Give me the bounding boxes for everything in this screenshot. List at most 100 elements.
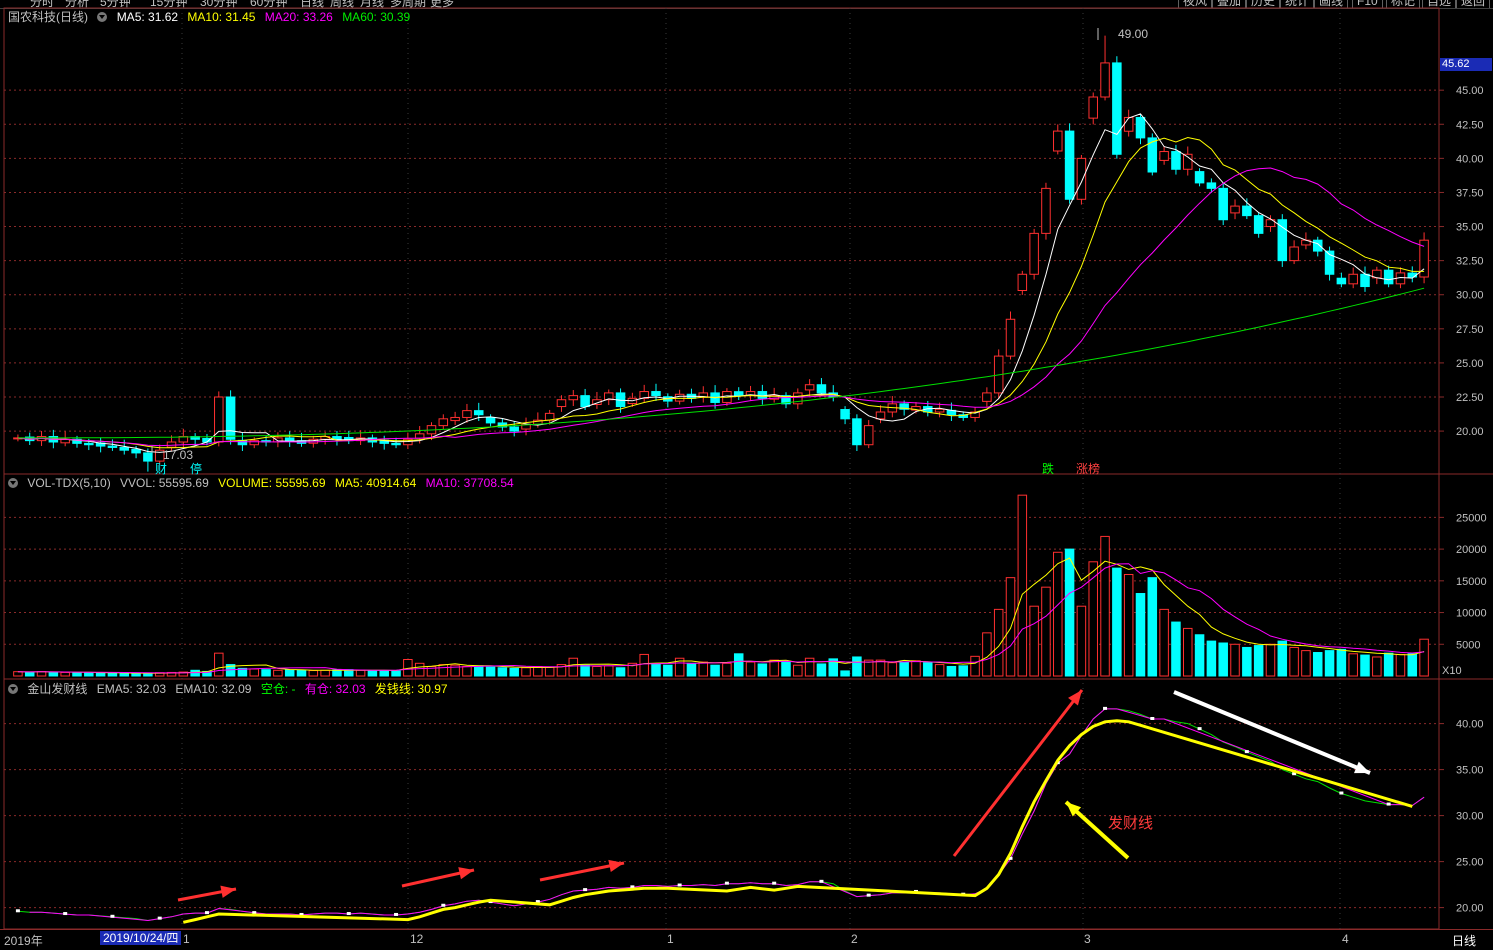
candle-body bbox=[840, 409, 850, 420]
volume-bar bbox=[934, 664, 945, 677]
volume-bar bbox=[651, 663, 661, 677]
volume-bar bbox=[367, 670, 378, 677]
candle-body bbox=[556, 399, 567, 408]
event-marker[interactable]: 涨榜 bbox=[1076, 460, 1100, 477]
volume-bar bbox=[391, 670, 401, 677]
volume-bar bbox=[1372, 656, 1382, 677]
candle-body bbox=[816, 384, 827, 394]
ema-marker bbox=[346, 912, 351, 916]
candle-body bbox=[1064, 130, 1075, 200]
volume-bar bbox=[60, 671, 70, 677]
trend-arrow-head bbox=[1354, 761, 1370, 774]
volume-bar bbox=[273, 669, 283, 677]
volume-bar bbox=[1005, 577, 1016, 677]
month-label: 1 bbox=[667, 932, 674, 946]
volume-bar bbox=[485, 666, 496, 677]
volume-bar bbox=[261, 669, 271, 677]
candle-body bbox=[249, 440, 259, 446]
volume-bar bbox=[1360, 654, 1370, 677]
ema-marker bbox=[394, 912, 399, 916]
volume-bar bbox=[1348, 653, 1358, 677]
event-marker[interactable]: 财 bbox=[155, 460, 167, 477]
indicator-panel-header: 金山发财线 EMA5: 32.03 EMA10: 32.09 空仓: - 有仓:… bbox=[8, 682, 454, 696]
ema-marker bbox=[677, 883, 682, 887]
volume-bar bbox=[840, 670, 850, 677]
price-tick-label: 45.00 bbox=[1456, 85, 1484, 97]
ma20-label: MA20: 33.26 bbox=[264, 10, 333, 24]
price-tick-label: 27.50 bbox=[1456, 324, 1484, 336]
chart-canvas[interactable]: 45.00 42.50 40.00 37.50 35.00 32.50 30.00 27.50… bbox=[0, 0, 1493, 949]
volume-bar bbox=[923, 662, 933, 677]
volume-bar bbox=[710, 664, 720, 677]
candle-body bbox=[1112, 62, 1122, 155]
candle-body bbox=[509, 426, 519, 432]
month-label: 2 bbox=[851, 932, 858, 946]
volume-bar bbox=[1123, 573, 1134, 677]
volume-bar bbox=[686, 662, 697, 677]
price-panel-header: 国农科技(日线) MA5: 31.62 MA10: 31.45 MA20: 33… bbox=[8, 10, 416, 24]
volume-bar bbox=[1312, 652, 1323, 677]
candle-body bbox=[1017, 273, 1028, 292]
candle-body bbox=[1206, 182, 1217, 189]
volume-bar bbox=[1135, 593, 1146, 677]
candle-body bbox=[1029, 232, 1039, 275]
candle-body bbox=[214, 396, 224, 443]
volume-tick-label: 25000 bbox=[1456, 512, 1487, 524]
period-label[interactable]: 日线 bbox=[1452, 932, 1476, 949]
volume-bar bbox=[320, 669, 330, 677]
event-marker[interactable]: 停 bbox=[190, 460, 202, 477]
ema-marker bbox=[583, 888, 588, 892]
volume-bar bbox=[970, 655, 980, 677]
vol-ma10-label: MA10: 37708.54 bbox=[425, 476, 514, 490]
volume-bar bbox=[95, 672, 106, 677]
candle-body bbox=[143, 452, 153, 462]
collapse-icon[interactable] bbox=[8, 684, 18, 694]
volume-bar bbox=[509, 667, 519, 677]
volume-bar bbox=[568, 657, 579, 677]
volume-bar bbox=[1088, 561, 1098, 677]
candle-body bbox=[1123, 116, 1134, 132]
volume-bar bbox=[781, 660, 791, 677]
collapse-icon[interactable] bbox=[8, 478, 18, 488]
volume-bar bbox=[1064, 548, 1075, 677]
volume-label: VOLUME: 55595.69 bbox=[218, 476, 326, 490]
price-tick-label: 37.50 bbox=[1456, 187, 1484, 199]
money-line-label: 发钱线: 30.97 bbox=[374, 682, 448, 696]
month-label: 12 bbox=[410, 932, 424, 946]
volume-bar bbox=[84, 672, 94, 677]
candle-body bbox=[568, 395, 579, 401]
ema-marker bbox=[204, 911, 209, 915]
volume-bar bbox=[1383, 652, 1394, 677]
candle-body bbox=[131, 448, 141, 454]
candle-body bbox=[1383, 269, 1394, 285]
volume-unit-label: X10 bbox=[1442, 665, 1462, 677]
volume-bar bbox=[214, 652, 224, 677]
volume-bar bbox=[816, 663, 827, 677]
candle-body bbox=[1041, 187, 1051, 234]
volume-bar bbox=[993, 608, 1004, 677]
volume-bar bbox=[1029, 605, 1039, 677]
volume-bar bbox=[1147, 577, 1158, 677]
price-tick-label: 25.00 bbox=[1456, 358, 1484, 370]
trend-arrow-head bbox=[220, 885, 236, 898]
indicator-title: 金山发财线 bbox=[27, 682, 88, 696]
ema-marker bbox=[1103, 706, 1108, 710]
volume-tick-label: 15000 bbox=[1456, 576, 1487, 588]
event-marker[interactable]: 跌 bbox=[1042, 460, 1054, 477]
volume-bar bbox=[355, 669, 366, 677]
volume-bar bbox=[1076, 605, 1087, 677]
collapse-icon[interactable] bbox=[97, 12, 108, 22]
candle-body bbox=[107, 445, 118, 448]
candle-body bbox=[852, 418, 862, 446]
ema10-label: EMA10: 32.09 bbox=[175, 682, 252, 696]
volume-tick-label: 5000 bbox=[1456, 639, 1480, 651]
volume-bar bbox=[698, 661, 709, 677]
candle-body bbox=[391, 442, 401, 446]
ema-marker bbox=[157, 916, 162, 920]
volume-bar bbox=[308, 670, 319, 677]
volume-bar bbox=[48, 671, 59, 677]
volume-bar bbox=[107, 672, 118, 677]
volume-bar bbox=[544, 666, 555, 677]
volume-tick-label: 10000 bbox=[1456, 608, 1487, 620]
volume-bar bbox=[887, 662, 898, 677]
